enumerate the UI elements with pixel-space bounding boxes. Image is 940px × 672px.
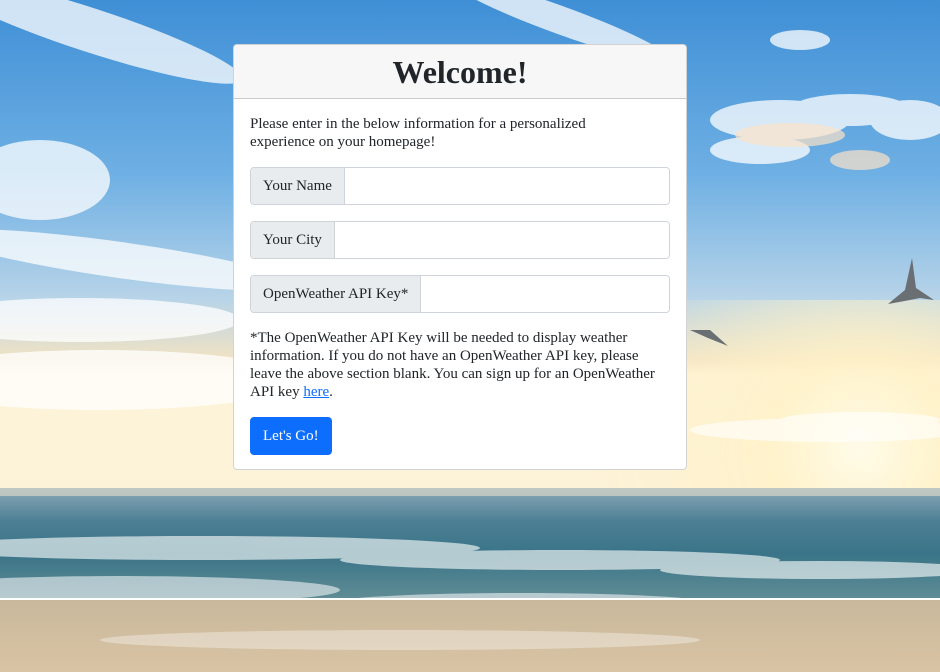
page-title: Welcome! [392, 53, 528, 90]
city-label: Your City [251, 222, 335, 258]
card-body: Please enter in the below information fo… [234, 99, 686, 455]
name-input[interactable] [344, 168, 669, 204]
welcome-card: Welcome! Please enter in the below infor… [233, 44, 687, 470]
name-label: Your Name [251, 168, 345, 204]
api-key-input-group: OpenWeather API Key* [250, 275, 670, 313]
lets-go-button[interactable]: Let's Go! [250, 417, 332, 455]
api-key-note-suffix: . [329, 384, 333, 400]
card-header: Welcome! [234, 45, 686, 99]
name-input-group: Your Name [250, 167, 670, 205]
api-key-input[interactable] [421, 276, 669, 312]
api-key-label: OpenWeather API Key* [251, 276, 422, 312]
intro-text: Please enter in the below information fo… [250, 116, 586, 150]
api-key-note: *The OpenWeather API Key will be needed … [250, 329, 670, 401]
city-input[interactable] [334, 222, 669, 258]
signup-link[interactable]: here [303, 384, 329, 400]
city-input-group: Your City [250, 221, 670, 259]
